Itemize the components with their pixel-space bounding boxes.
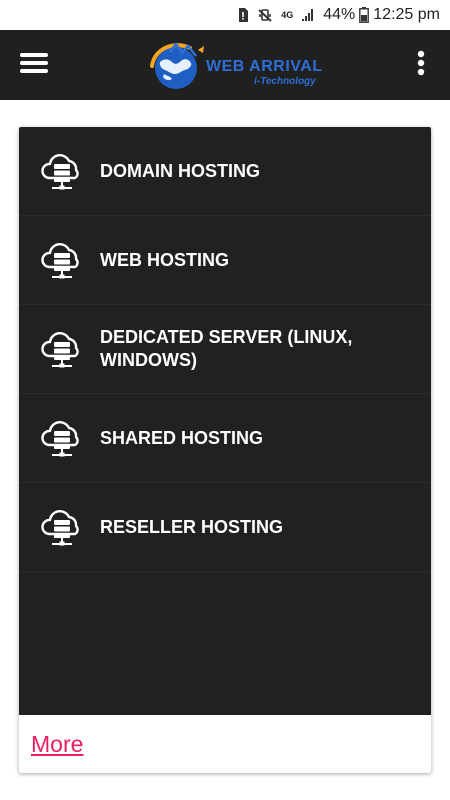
status-bar: 4G 44% 12:25 pm <box>0 0 450 30</box>
service-label: DOMAIN HOSTING <box>100 160 260 181</box>
logo-subtitle: i-Technology <box>254 76 316 87</box>
services-card: DOMAIN HOSTING WEB HOSTING DEDICATED SER… <box>19 127 431 773</box>
service-label: SHARED HOSTING <box>100 427 264 448</box>
service-item-reseller-hosting[interactable]: RESELLER HOSTING <box>19 483 431 572</box>
service-label: WEB HOSTING <box>100 249 229 270</box>
cloud-server-icon <box>41 421 79 457</box>
overflow-menu-button[interactable] <box>406 47 436 83</box>
web-arrival-logo: WEB ARRIVAL i-Technology <box>150 38 323 94</box>
service-label: RESELLER HOSTING <box>100 516 284 537</box>
cloud-server-icon <box>41 510 79 546</box>
battery-icon <box>359 7 370 23</box>
cloud-server-icon <box>41 243 79 279</box>
more-link[interactable]: More <box>31 731 83 758</box>
menu-button[interactable] <box>14 47 54 83</box>
service-label: DEDICATED SERVER (LINUX, WINDOWS) <box>100 327 353 370</box>
services-list: DOMAIN HOSTING WEB HOSTING DEDICATED SER… <box>19 127 431 572</box>
vibrate-off-icon <box>257 7 273 23</box>
clock: 12:25 pm <box>373 6 440 23</box>
battery-percentage: 44% <box>323 6 356 23</box>
service-item-web-hosting[interactable]: WEB HOSTING <box>19 216 431 305</box>
logo-title: WEB ARRIVAL <box>206 58 323 75</box>
service-item-domain-hosting[interactable]: DOMAIN HOSTING <box>19 127 431 216</box>
network-4g-icon: 4G <box>281 9 294 20</box>
hamburger-menu-icon <box>20 52 48 79</box>
cloud-server-icon <box>41 332 79 368</box>
cloud-server-icon <box>41 154 79 190</box>
service-item-shared-hosting[interactable]: SHARED HOSTING <box>19 394 431 483</box>
overflow-menu-icon <box>417 50 425 81</box>
signal-icon <box>301 8 315 22</box>
sim-alert-icon <box>237 7 249 23</box>
globe-logo-icon <box>150 41 204 89</box>
card-footer: More <box>19 715 431 773</box>
app-bar: WEB ARRIVAL i-Technology <box>0 30 450 100</box>
service-item-dedicated-server[interactable]: DEDICATED SERVER (LINUX, WINDOWS) <box>19 305 431 394</box>
